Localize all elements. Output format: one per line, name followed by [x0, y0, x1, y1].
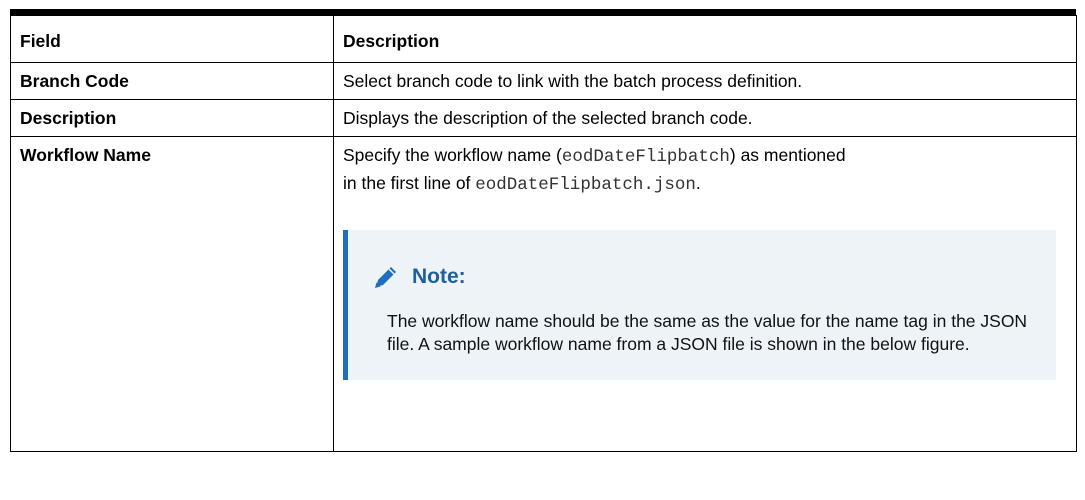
description-cell: Select branch code to link with the batc…: [333, 62, 1077, 100]
note-body: The workflow name should be the same as …: [387, 311, 1028, 354]
pencil-icon: [370, 262, 400, 292]
description-line-1: Specify the workflow name (eodDateFlipba…: [343, 145, 846, 167]
table-row: Description Displays the description of …: [10, 99, 1077, 137]
header-description: Description: [333, 15, 1077, 63]
code-workflow-name: eodDateFlipbatch: [561, 147, 730, 167]
table-row: Branch Code Select branch code to link w…: [10, 62, 1077, 100]
note-box: Note: The workflow name should be the sa…: [343, 230, 1056, 380]
field-cell: Workflow Name: [10, 136, 334, 452]
description-cell: Specify the workflow name (eodDateFlipba…: [333, 136, 1077, 452]
field-description-table: Field Description Branch Code Select bra…: [10, 15, 1077, 452]
field-cell: Description: [10, 99, 334, 137]
header-field: Field: [10, 15, 334, 63]
document-page: Field Description Branch Code Select bra…: [0, 0, 1085, 500]
description-line-2: in the first line of eodDateFlipbatch.js…: [343, 173, 701, 195]
code-json-filename: eodDateFlipbatch.json: [475, 175, 696, 195]
table-row: Workflow Name Specify the workflow name …: [10, 136, 1077, 452]
field-cell: Branch Code: [10, 62, 334, 100]
note-title: Note:: [412, 265, 466, 288]
note-header: Note:: [370, 262, 1036, 292]
description-cell: Displays the description of the selected…: [333, 99, 1077, 137]
table-header-row: Field Description: [10, 15, 1077, 63]
